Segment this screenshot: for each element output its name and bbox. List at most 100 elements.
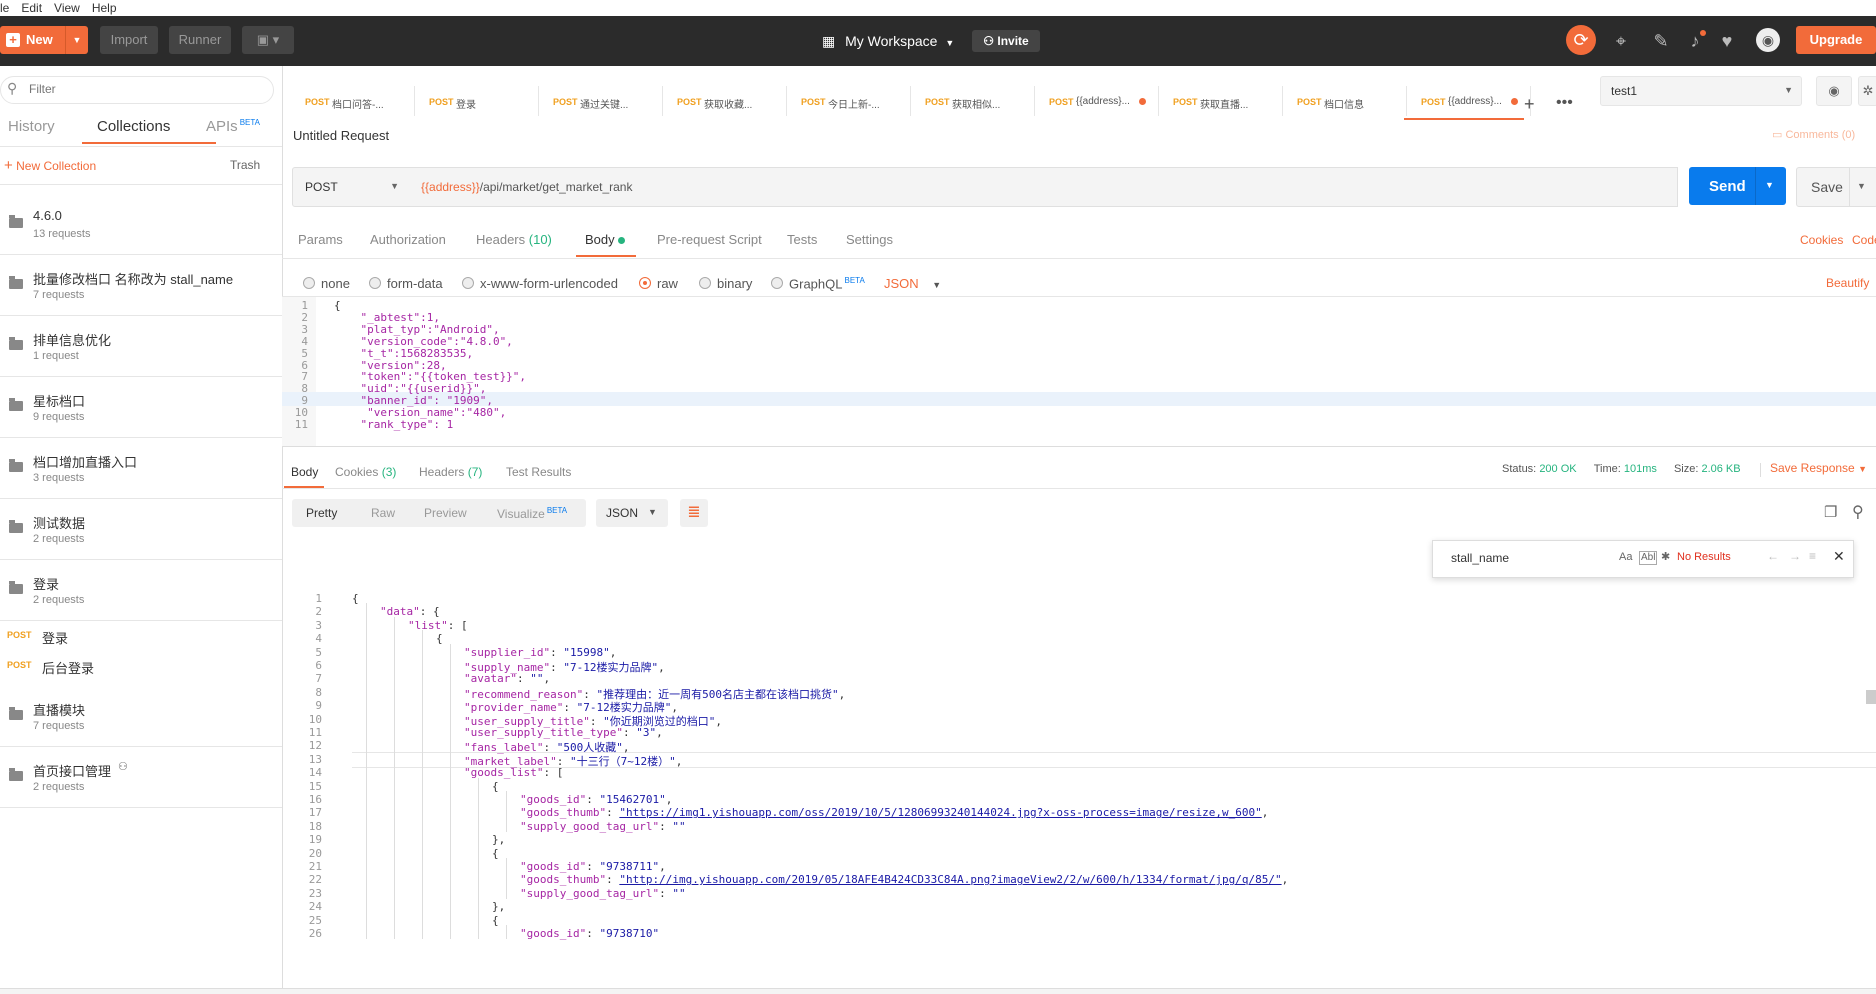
previous-match-icon[interactable]: ← bbox=[1767, 549, 1779, 563]
new-collection-button[interactable]: + New Collection bbox=[4, 157, 96, 174]
request-tab[interactable]: POST 档口信息 bbox=[1286, 86, 1407, 116]
more-tabs-icon[interactable]: ••• bbox=[1556, 94, 1573, 112]
copy-icon[interactable]: ❐ bbox=[1824, 503, 1837, 521]
tab-headers[interactable]: Headers (10) bbox=[476, 232, 552, 247]
request-tab[interactable]: POST 今日上新-... bbox=[790, 86, 911, 116]
whole-word-toggle[interactable]: Abl bbox=[1639, 551, 1658, 565]
import-button[interactable]: Import bbox=[100, 26, 158, 54]
new-window-button[interactable]: ▣ ▾ bbox=[242, 26, 294, 54]
collection-item[interactable]: 排单信息优化 1 request bbox=[0, 316, 282, 377]
menu-view[interactable]: View bbox=[54, 0, 80, 16]
cookies-link[interactable]: Cookies bbox=[1800, 233, 1843, 247]
tab-settings[interactable]: Settings bbox=[846, 232, 893, 247]
radio-urlencoded[interactable]: x-www-form-urlencoded bbox=[462, 276, 618, 291]
tab-history[interactable]: History bbox=[8, 118, 55, 135]
heart-icon[interactable]: ♥ bbox=[1716, 30, 1738, 52]
code-link[interactable]: Code bbox=[1852, 233, 1876, 247]
collection-item[interactable]: 星标档口 9 requests bbox=[0, 377, 282, 438]
radio-binary[interactable]: binary bbox=[699, 276, 752, 291]
runner-button[interactable]: Runner bbox=[169, 26, 231, 54]
settings-gear-icon[interactable]: ✲ bbox=[1858, 76, 1876, 106]
regex-icon[interactable]: ✱ bbox=[1661, 550, 1670, 563]
method-select[interactable]: POST ▼ bbox=[292, 167, 410, 207]
tab-prerequest-script[interactable]: Pre-request Script bbox=[657, 232, 762, 247]
new-dropdown-icon[interactable]: ▼ bbox=[65, 26, 88, 54]
collection-item[interactable]: 首页接口管理 2 requests ⚇ bbox=[0, 747, 282, 808]
filter-input[interactable] bbox=[27, 81, 261, 97]
preview-button[interactable]: Preview bbox=[424, 506, 467, 520]
beautify-link[interactable]: Beautify bbox=[1826, 276, 1869, 290]
format-select[interactable]: JSON ▼ bbox=[884, 276, 941, 291]
search-icon[interactable]: ⚲ bbox=[1852, 502, 1864, 522]
resp-tab-cookies[interactable]: Cookies (3) bbox=[335, 465, 396, 479]
request-body-editor[interactable]: 1{2 "_abtest":1, 3 "plat_typ":"Android", 4… bbox=[282, 296, 1876, 447]
request-tab[interactable]: POST 通过关键... bbox=[542, 86, 663, 116]
avatar[interactable]: ◉ bbox=[1756, 28, 1780, 52]
tab-authorization[interactable]: Authorization bbox=[370, 232, 446, 247]
request-tab[interactable]: POST 获取直播... bbox=[1162, 86, 1283, 116]
chevron-down-icon[interactable]: ▼ bbox=[1857, 181, 1866, 191]
tab-tests[interactable]: Tests bbox=[787, 232, 817, 247]
next-match-icon[interactable]: → bbox=[1789, 549, 1801, 563]
request-tab[interactable]: POST 获取相似... bbox=[914, 86, 1035, 116]
collection-item[interactable]: 档口增加直播入口 3 requests bbox=[0, 438, 282, 499]
menu-edit[interactable]: Edit bbox=[21, 0, 42, 16]
radio-none[interactable]: none bbox=[303, 276, 350, 291]
tab-collections[interactable]: Collections bbox=[97, 118, 170, 135]
response-format-select[interactable]: JSON ▼ bbox=[596, 499, 668, 527]
wrap-lines-icon[interactable]: ≣ bbox=[680, 499, 708, 527]
request-item[interactable]: POST 后台登录 bbox=[0, 651, 282, 681]
save-button[interactable]: Save ▼ bbox=[1796, 167, 1876, 207]
request-title[interactable]: Untitled Request bbox=[293, 128, 389, 143]
workspace-switcher[interactable]: ▦ My Workspace ▼ bbox=[822, 33, 954, 50]
sync-icon[interactable]: ⟳ bbox=[1566, 25, 1596, 55]
trash-button[interactable]: Trash bbox=[230, 158, 260, 172]
collection-item[interactable]: 测试数据 2 requests bbox=[0, 499, 282, 560]
request-tab[interactable]: POST {{address}... bbox=[1038, 86, 1159, 116]
request-tab[interactable]: POST 档口问答-... bbox=[294, 86, 415, 116]
url-input[interactable]: {{address}}/api/market/get_market_rank bbox=[409, 167, 1678, 207]
collection-item[interactable]: 批量修改档口 名称改为 stall_name 7 requests bbox=[0, 255, 282, 316]
collection-item[interactable]: 直播模块 7 requests bbox=[0, 686, 282, 747]
send-button[interactable]: Send ▼ bbox=[1689, 167, 1786, 205]
menu-help[interactable]: Help bbox=[92, 0, 117, 16]
eye-icon[interactable]: ◉ bbox=[1816, 76, 1852, 106]
find-in-selection-icon[interactable]: ≡ bbox=[1809, 549, 1816, 563]
comments-button[interactable]: ▭ Comments (0) bbox=[1772, 128, 1855, 141]
new-button[interactable]: + New ▼ bbox=[0, 26, 88, 54]
match-case-toggle[interactable]: Aa bbox=[1619, 551, 1632, 563]
scrollbar-thumb[interactable] bbox=[1866, 690, 1876, 704]
json-url[interactable]: "https://img1.yishouapp.com/oss/2019/10/… bbox=[619, 806, 1261, 819]
resp-tab-body[interactable]: Body bbox=[291, 465, 318, 479]
chevron-down-icon[interactable]: ▼ bbox=[1765, 180, 1774, 190]
json-url[interactable]: "http://img.yishouapp.com/2019/05/18AFE4… bbox=[619, 873, 1281, 886]
close-icon[interactable]: ✕ bbox=[1833, 548, 1845, 565]
collection-item[interactable]: 4.6.0 13 requests bbox=[0, 194, 282, 255]
wrench-icon[interactable]: ✎ bbox=[1650, 30, 1672, 52]
tab-body[interactable]: Body bbox=[585, 232, 626, 247]
request-tab[interactable]: POST 登录 bbox=[418, 86, 539, 116]
visualize-button[interactable]: Visualize BETA bbox=[497, 506, 567, 521]
upgrade-button[interactable]: Upgrade bbox=[1796, 26, 1876, 54]
resp-tab-headers[interactable]: Headers (7) bbox=[419, 465, 482, 479]
menu-file[interactable]: le bbox=[0, 0, 9, 16]
invite-button[interactable]: ⚇ Invite bbox=[972, 30, 1040, 52]
tab-apis[interactable]: APIs BETA bbox=[206, 118, 260, 135]
resp-tab-test-results[interactable]: Test Results bbox=[506, 465, 571, 479]
request-tab[interactable]: POST 获取收藏... bbox=[666, 86, 787, 116]
tab-params[interactable]: Params bbox=[298, 232, 343, 247]
satellite-icon[interactable]: ⌖ bbox=[1610, 30, 1632, 52]
save-response-button[interactable]: Save Response ▼ bbox=[1770, 461, 1867, 475]
raw-button[interactable]: Raw bbox=[371, 506, 395, 520]
radio-form-data[interactable]: form-data bbox=[369, 276, 443, 291]
filter-box[interactable]: ⚲ bbox=[0, 76, 274, 104]
pretty-button[interactable]: Pretty bbox=[306, 506, 337, 520]
find-input[interactable] bbox=[1449, 550, 1603, 566]
add-tab-icon[interactable]: + bbox=[1524, 94, 1535, 115]
radio-raw[interactable]: raw bbox=[639, 276, 678, 291]
radio-graphql[interactable]: GraphQL BETA bbox=[771, 276, 865, 291]
response-body-viewer[interactable]: 1{2 "data": {3 "list": [4{5 "supplier_id": … bbox=[282, 566, 1876, 993]
collection-item[interactable]: 登录 2 requests bbox=[0, 560, 282, 621]
request-item[interactable]: POST 登录 bbox=[0, 621, 282, 651]
environment-select[interactable]: test1 ▼ bbox=[1600, 76, 1802, 106]
